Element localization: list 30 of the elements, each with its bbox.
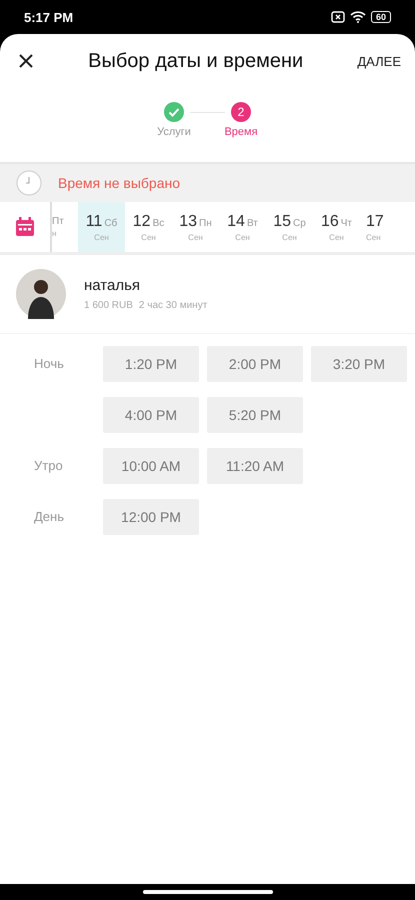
- close-icon: [18, 53, 34, 69]
- screen-title: Выбор даты и времени: [87, 50, 304, 72]
- master-name: наталья: [84, 277, 142, 294]
- step-label: Услуги: [157, 126, 191, 138]
- date-item[interactable]: 11 Сб Сен: [78, 202, 125, 252]
- time-slot-button[interactable]: 1:20 PM: [103, 346, 199, 382]
- time-slot-button[interactable]: 11:20 AM: [207, 448, 303, 484]
- period-label: Ночь: [34, 355, 65, 373]
- battery-indicator: 60: [370, 11, 391, 23]
- step-label: Время: [224, 126, 258, 138]
- duration-text: 2 час 30 минут: [138, 300, 208, 311]
- time-slot-button[interactable]: 12:00 PM: [103, 499, 199, 535]
- check-icon: [164, 102, 184, 122]
- calendar-icon: [14, 216, 36, 238]
- time-slot-button[interactable]: 10:00 AM: [103, 448, 199, 484]
- time-slot-button[interactable]: 2:00 PM: [207, 346, 303, 382]
- clock-icon: [16, 170, 42, 196]
- sim-icon: [330, 11, 345, 23]
- time-slot-button[interactable]: 3:20 PM: [311, 346, 407, 382]
- period-label: Утро: [34, 457, 64, 475]
- time-slot-button[interactable]: 4:00 PM: [103, 397, 199, 433]
- price-text: 1 600 RUB: [84, 300, 133, 311]
- wifi-icon: [350, 11, 366, 23]
- time-slot-button[interactable]: 5:20 PM: [207, 397, 303, 433]
- avatar: [16, 269, 66, 319]
- period-label: День: [34, 508, 65, 526]
- status-time: 5:17 PM: [24, 10, 74, 24]
- alert-text: Время не выбрано: [58, 175, 180, 191]
- next-button[interactable]: ДАЛЕЕ: [351, 48, 407, 74]
- step-number: 2: [231, 102, 251, 122]
